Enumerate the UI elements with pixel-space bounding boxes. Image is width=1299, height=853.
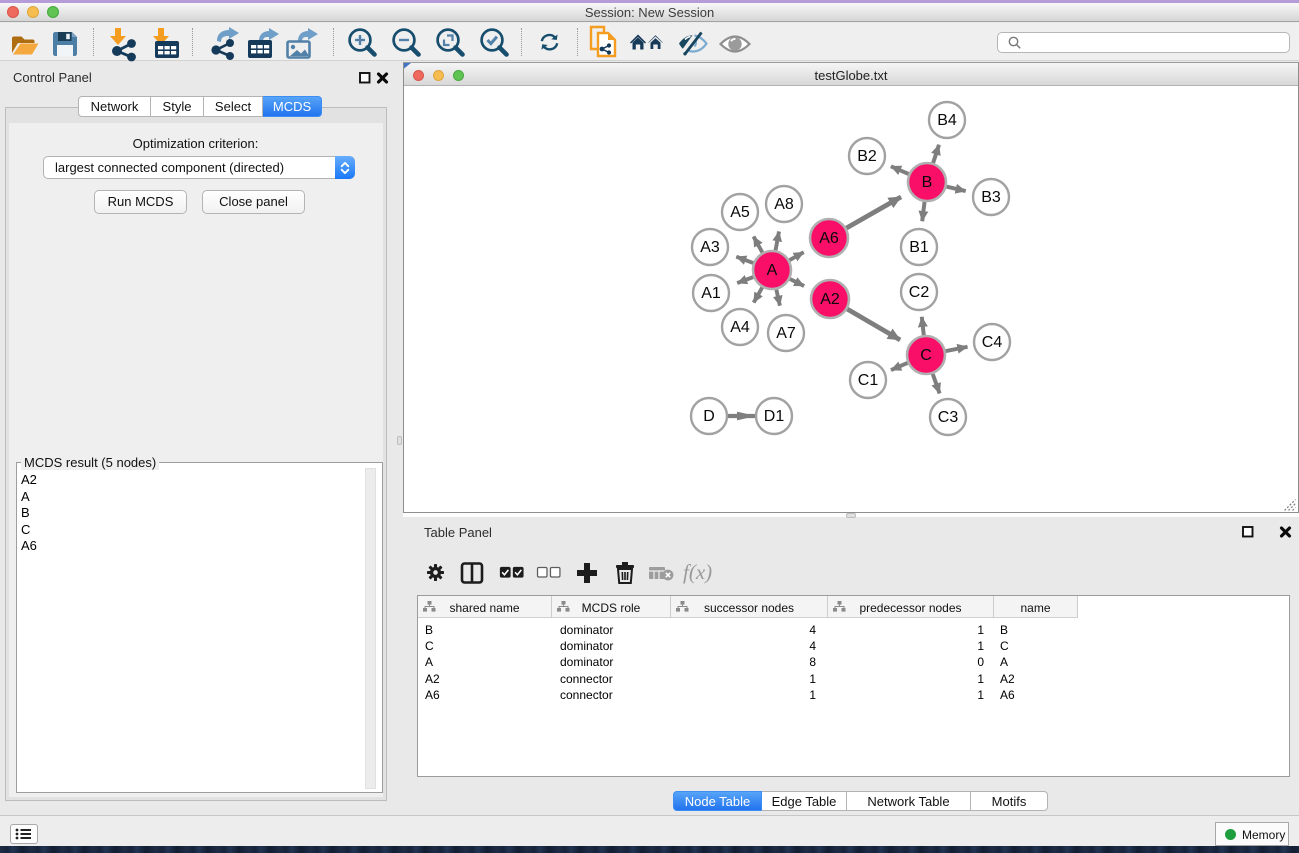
svg-text:D: D (703, 408, 715, 425)
svg-text:D1: D1 (764, 408, 785, 425)
svg-text:C1: C1 (858, 372, 879, 389)
svg-text:B3: B3 (981, 189, 1001, 206)
svg-text:C: C (920, 347, 932, 364)
svg-text:A5: A5 (730, 204, 750, 221)
svg-text:C3: C3 (938, 409, 959, 426)
svg-text:A1: A1 (701, 285, 721, 302)
svg-text:C4: C4 (982, 334, 1003, 351)
svg-text:C2: C2 (909, 284, 930, 301)
svg-text:B2: B2 (857, 148, 877, 165)
svg-text:B: B (922, 174, 933, 191)
svg-text:B4: B4 (937, 112, 957, 129)
svg-text:A7: A7 (776, 325, 796, 342)
svg-text:A4: A4 (730, 319, 750, 336)
svg-text:A8: A8 (774, 196, 794, 213)
svg-text:A2: A2 (820, 291, 840, 308)
svg-text:A6: A6 (819, 230, 839, 247)
svg-text:A3: A3 (700, 239, 720, 256)
svg-text:A: A (767, 262, 778, 279)
svg-text:B1: B1 (909, 239, 929, 256)
